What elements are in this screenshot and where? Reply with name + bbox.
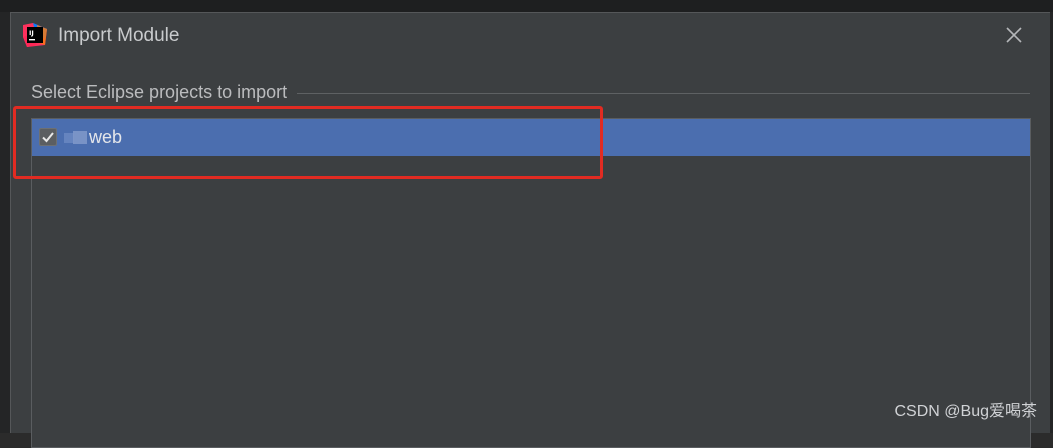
projects-group-header: Select Eclipse projects to import [31,81,1030,103]
background-window-edge [0,0,1053,12]
group-divider [297,92,1030,94]
import-module-dialog: IJ Import Module Select Eclipse projects… [10,12,1050,448]
intellij-idea-icon: IJ [23,23,47,47]
watermark: CSDN @Bug爱喝茶 [894,403,1038,420]
dialog-titlebar: IJ Import Module [11,13,1050,59]
group-label: Select Eclipse projects to import [31,82,288,102]
annotation-highlight-box [13,106,603,179]
dialog-title: Import Module [58,25,180,46]
svg-text:IJ: IJ [29,29,34,37]
close-icon[interactable] [1004,25,1024,45]
